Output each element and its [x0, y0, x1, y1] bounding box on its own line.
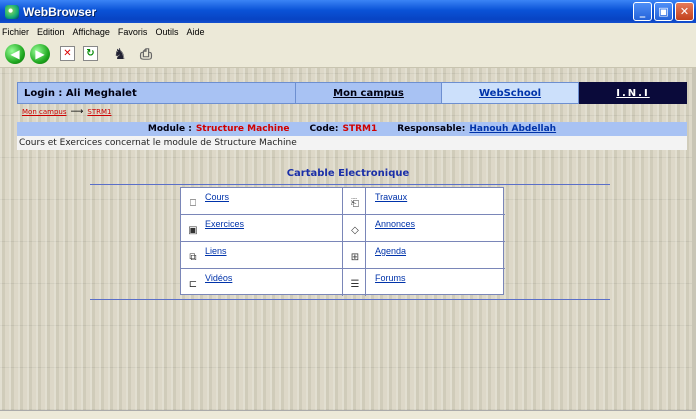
- forums-link[interactable]: Forums: [375, 273, 406, 283]
- cours-link[interactable]: Cours: [205, 192, 229, 202]
- agenda-link[interactable]: Agenda: [375, 246, 406, 256]
- video-icon: ⊏: [188, 279, 198, 290]
- minimize-button[interactable]: _: [633, 2, 652, 21]
- module-label: Module :: [147, 124, 192, 134]
- cartable-item-annonces: ◇ Annonces: [343, 215, 505, 242]
- cartable-item-travaux: ⎗ Travaux: [343, 188, 505, 215]
- maximize-button[interactable]: ▣: [654, 2, 673, 21]
- toolbar: ◀ ▶ ✕ ↻ ♞ ⎙: [0, 40, 696, 68]
- module-bar: Module : Structure Machine Code: STRM1 R…: [17, 122, 687, 136]
- module-value: Structure Machine: [195, 124, 290, 134]
- cartable-item-cours: ⎕ Cours: [181, 188, 343, 215]
- code-value: STRM1: [342, 124, 378, 134]
- runner-icon[interactable]: ♞: [110, 44, 130, 64]
- breadcrumb-current[interactable]: STRM1: [87, 108, 111, 116]
- menu-outils[interactable]: Outils: [151, 27, 182, 37]
- links-icon: ⧉: [189, 252, 197, 263]
- travaux-link[interactable]: Travaux: [375, 192, 407, 202]
- printer-icon[interactable]: ⎙: [136, 44, 156, 64]
- cartable-item-liens: ⧉ Liens: [181, 242, 343, 269]
- responsable-link[interactable]: Hanouh Abdellah: [469, 124, 556, 134]
- cartable-item-exercices: ▣ Exercices: [181, 215, 343, 242]
- announcement-icon: ◇: [351, 225, 359, 236]
- tasks-icon: ⎗: [351, 198, 359, 209]
- header-bar: Login : Ali Meghalet Mon campus WebSchoo…: [17, 82, 687, 104]
- exercise-icon: ▣: [188, 225, 198, 236]
- divider-bottom: [90, 299, 610, 300]
- document-icon: ⎕: [190, 198, 196, 209]
- back-icon[interactable]: ◀: [5, 43, 25, 64]
- ini-link[interactable]: I.N.I: [579, 82, 687, 104]
- app-icon: [5, 4, 19, 19]
- stop-icon[interactable]: ✕: [60, 46, 75, 61]
- breadcrumb: Mon campus ⟶ STRM1: [22, 107, 111, 117]
- calendar-icon: ⊞: [350, 252, 360, 263]
- cartable-item-agenda: ⊞ Agenda: [343, 242, 505, 269]
- annonces-link[interactable]: Annonces: [375, 219, 415, 229]
- webschool-link[interactable]: WebSchool: [479, 88, 541, 99]
- cartable-title: Cartable Electronique: [286, 168, 410, 179]
- menu-aide[interactable]: Aide: [182, 27, 208, 37]
- close-button[interactable]: ✕: [675, 2, 694, 21]
- forum-icon: ☰: [350, 279, 360, 290]
- window-title: WebBrowser: [23, 4, 97, 19]
- menu-bar: Fichier Edition Affichage Favoris Outils…: [0, 23, 696, 40]
- cartable-item-videos: ⊏ Vidéos: [181, 269, 343, 296]
- exercices-link[interactable]: Exercices: [205, 219, 244, 229]
- mon-campus-link[interactable]: Mon campus: [333, 88, 404, 99]
- refresh-icon[interactable]: ↻: [83, 46, 98, 61]
- login-label: Login : Ali Meghalet: [17, 82, 296, 104]
- forward-icon[interactable]: ▶: [30, 43, 50, 64]
- cartable-item-forums: ☰ Forums: [343, 269, 505, 296]
- breadcrumb-home[interactable]: Mon campus: [22, 108, 66, 116]
- menu-affichage[interactable]: Affichage: [69, 27, 114, 37]
- menu-favoris[interactable]: Favoris: [114, 27, 152, 37]
- status-bar: [0, 410, 696, 419]
- title-bar: WebBrowser _ ▣ ✕: [0, 0, 696, 23]
- divider-top: [90, 184, 610, 185]
- cartable-grid: ⎕ Cours ⎗ Travaux ▣ Exercices ◇ Annonces…: [180, 187, 505, 296]
- code-label: Code:: [309, 124, 339, 134]
- menu-fichier[interactable]: Fichier: [0, 27, 33, 37]
- arrow-icon: ⟶: [70, 107, 84, 117]
- responsable-label: Responsable:: [397, 124, 466, 134]
- menu-edition[interactable]: Edition: [33, 27, 69, 37]
- liens-link[interactable]: Liens: [205, 246, 227, 256]
- module-description: Cours et Exercices concernat le module d…: [17, 136, 687, 150]
- videos-link[interactable]: Vidéos: [205, 273, 232, 283]
